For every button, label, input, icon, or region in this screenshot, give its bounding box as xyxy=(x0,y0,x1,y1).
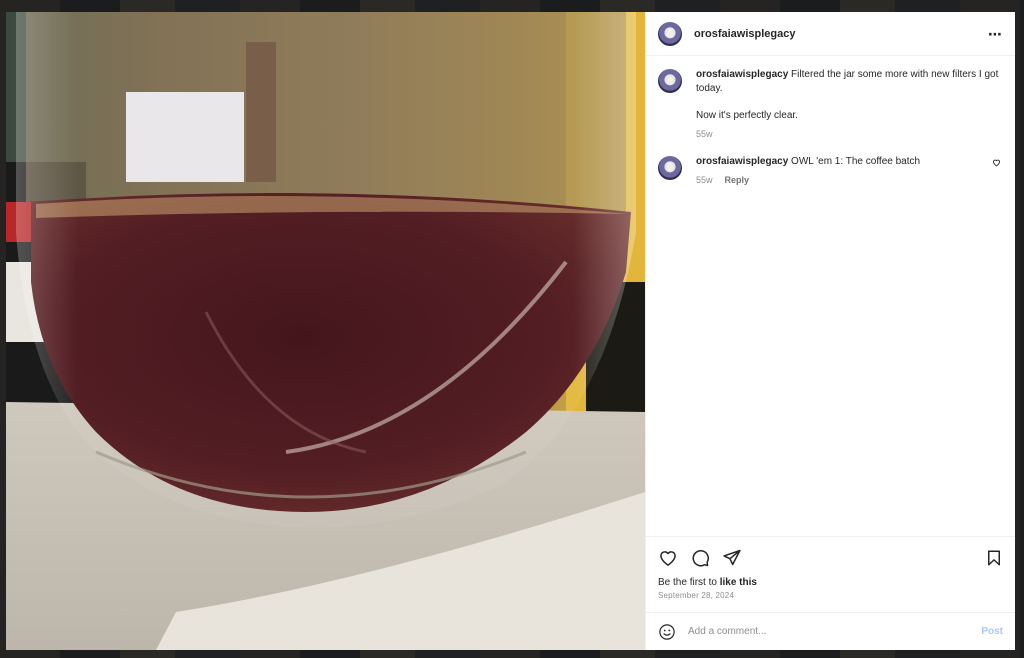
coffee-jar-photo xyxy=(6,12,645,650)
comment-username[interactable]: orosfaiawisplegacy xyxy=(696,156,788,167)
like-this-link[interactable]: like this xyxy=(720,577,757,588)
share-button[interactable] xyxy=(722,548,742,568)
comment-meta: 55w Reply xyxy=(696,173,989,187)
avatar[interactable] xyxy=(658,69,682,93)
avatar[interactable] xyxy=(658,21,682,46)
comment-age[interactable]: 55w xyxy=(696,127,713,141)
like-button[interactable] xyxy=(658,548,678,568)
action-icon-row xyxy=(658,547,1003,569)
action-icons-left xyxy=(658,548,985,568)
comments-list: orosfaiawisplegacy Filtered the jar some… xyxy=(646,56,1015,536)
comment-like-button[interactable] xyxy=(989,155,1003,187)
bookmark-icon xyxy=(988,550,1000,566)
comment-age[interactable]: 55w xyxy=(696,173,713,187)
comment-meta: 55w xyxy=(696,127,1003,141)
comment-bubble-icon xyxy=(692,550,710,567)
heart-icon xyxy=(660,551,676,566)
comment-paragraph: Now it's perfectly clear. xyxy=(696,110,798,121)
comment-button[interactable] xyxy=(690,548,710,568)
comment-username[interactable]: orosfaiawisplegacy xyxy=(696,69,788,80)
likes-summary: Be the first to like this xyxy=(658,577,1003,588)
post-photo[interactable] xyxy=(6,12,645,650)
reply-button[interactable]: Reply xyxy=(725,173,750,187)
caption-comment: orosfaiawisplegacy Filtered the jar some… xyxy=(658,68,1003,141)
emoji-smiley-icon xyxy=(659,623,675,640)
comment-body: orosfaiawisplegacy OWL 'em 1: The coffee… xyxy=(696,155,989,187)
avatar[interactable] xyxy=(658,156,682,180)
list-item: orosfaiawisplegacy OWL 'em 1: The coffee… xyxy=(658,155,1003,187)
post-modal: orosfaiawisplegacy ⋯ orosfaiawisplegacy … xyxy=(6,12,1015,650)
comment-input[interactable] xyxy=(686,625,982,638)
post-actions: Be the first to like this September 28, … xyxy=(646,536,1015,612)
post-side-panel: orosfaiawisplegacy ⋯ orosfaiawisplegacy … xyxy=(645,12,1015,650)
comment-body: orosfaiawisplegacy Filtered the jar some… xyxy=(696,68,1003,141)
heart-icon xyxy=(992,159,1000,167)
comment-paragraph: OWL 'em 1: The coffee batch xyxy=(791,156,921,167)
comment-text: orosfaiawisplegacy OWL 'em 1: The coffee… xyxy=(696,155,989,169)
more-options-icon[interactable]: ⋯ xyxy=(988,27,1003,41)
post-date[interactable]: September 28, 2024 xyxy=(658,591,1003,600)
post-comment-button[interactable]: Post xyxy=(981,626,1003,637)
likes-prefix: Be the first to xyxy=(658,577,720,588)
post-author-username[interactable]: orosfaiawisplegacy xyxy=(694,28,988,40)
emoji-button[interactable] xyxy=(658,623,676,641)
post-header: orosfaiawisplegacy ⋯ xyxy=(646,12,1015,56)
comment-text: orosfaiawisplegacy Filtered the jar some… xyxy=(696,68,1003,123)
add-comment-bar: Post xyxy=(646,612,1015,650)
send-paper-plane-icon xyxy=(723,549,741,566)
save-button[interactable] xyxy=(985,549,1003,567)
